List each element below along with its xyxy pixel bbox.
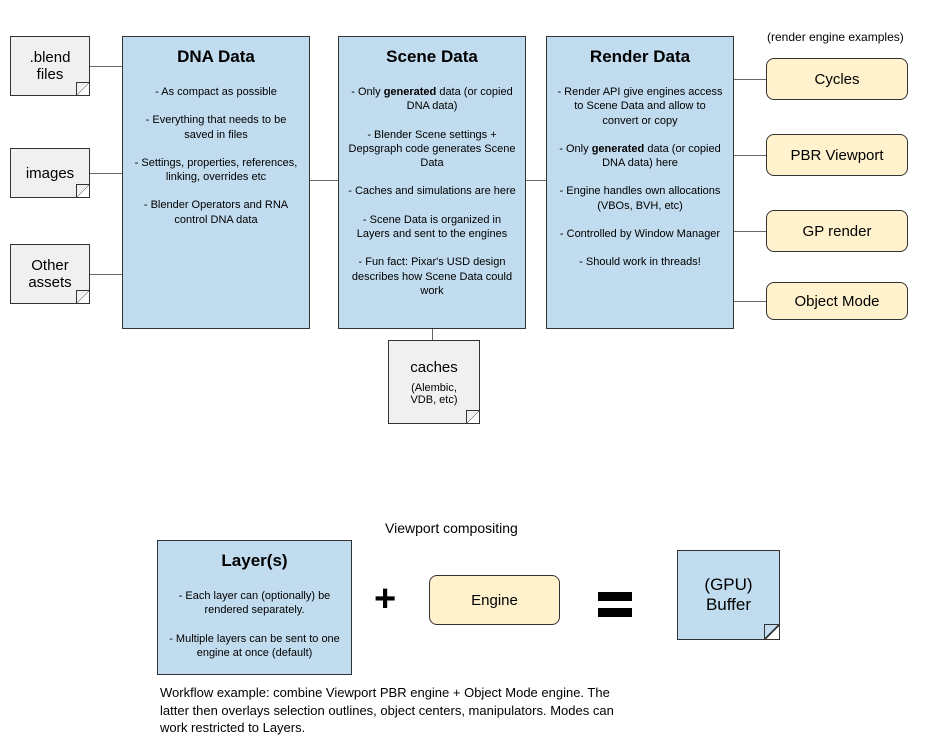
connector <box>734 155 766 156</box>
box-title: DNA Data <box>131 47 301 67</box>
box-item: - Engine handles own allocations (VBOs, … <box>555 184 725 213</box>
workflow-text: Workflow example: combine Viewport PBR e… <box>160 684 640 737</box>
box-title: Render Data <box>555 47 725 67</box>
file-box-images: images <box>10 148 90 198</box>
render-data-box: Render Data - Render API give engines ac… <box>546 36 734 329</box>
caches-box: caches (Alembic, VDB, etc) <box>388 340 480 424</box>
box-item: - Only generated data (or copied DNA dat… <box>555 142 725 171</box>
box-item: - Scene Data is organized in Layers and … <box>347 213 517 242</box>
connector <box>734 79 766 80</box>
connector <box>734 301 766 302</box>
engine-label: Object Mode <box>794 293 879 310</box>
box-item: - Fun fact: Pixar's USD design describes… <box>347 255 517 298</box>
engine-generic: Engine <box>429 575 560 625</box>
connector <box>432 329 433 340</box>
file-box-blend: .blend files <box>10 36 90 96</box>
gpu-buffer-label: (GPU) Buffer <box>686 575 771 615</box>
box-item: - Render API give engines access to Scen… <box>555 85 725 128</box>
engine-label: PBR Viewport <box>790 147 883 164</box>
dna-data-box: DNA Data - As compact as possible - Ever… <box>122 36 310 329</box>
box-item: - As compact as possible <box>131 85 301 99</box>
box-item: - Caches and simulations are here <box>347 184 517 198</box>
engine-label: GP render <box>803 223 872 240</box>
connector <box>90 274 122 275</box>
engine-label: Cycles <box>814 71 859 88</box>
box-item: - Everything that needs to be saved in f… <box>131 113 301 142</box>
box-item: - Each layer can (optionally) be rendere… <box>166 589 343 618</box>
box-item: - Multiple layers can be sent to one eng… <box>166 632 343 661</box>
engine-pbr: PBR Viewport <box>766 134 908 176</box>
equals-icon <box>598 585 632 624</box>
connector <box>734 231 766 232</box>
gpu-buffer-box: (GPU) Buffer <box>677 550 780 640</box>
file-box-label: images <box>19 165 81 182</box>
box-item: - Should work in threads! <box>555 255 725 269</box>
box-item: - Blender Operators and RNA control DNA … <box>131 198 301 227</box>
box-item: - Blender Scene settings + Depsgraph cod… <box>347 128 517 171</box>
box-item: - Only generated data (or copied DNA dat… <box>347 85 517 114</box>
layers-box: Layer(s) - Each layer can (optionally) b… <box>157 540 352 675</box>
plus-icon: + <box>374 578 396 621</box>
scene-data-box: Scene Data - Only generated data (or cop… <box>338 36 526 329</box>
engine-cycles: Cycles <box>766 58 908 100</box>
box-title: Scene Data <box>347 47 517 67</box>
engine-label: Engine <box>471 592 518 609</box>
caches-subtitle: (Alembic, VDB, etc) <box>397 382 471 406</box>
connector <box>90 66 122 67</box>
caches-title: caches <box>397 359 471 376</box>
file-box-other: Other assets <box>10 244 90 304</box>
connector <box>90 173 122 174</box>
connector <box>310 180 338 181</box>
box-item: - Settings, properties, references, link… <box>131 156 301 185</box>
file-box-label: Other assets <box>19 257 81 291</box>
engine-examples-label: (render engine examples) <box>767 30 904 44</box>
engine-gp: GP render <box>766 210 908 252</box>
file-box-label: .blend files <box>19 49 81 83</box>
box-title: Layer(s) <box>166 551 343 571</box>
engine-object-mode: Object Mode <box>766 282 908 320</box>
connector <box>526 180 546 181</box>
viewport-compositing-title: Viewport compositing <box>385 520 518 536</box>
box-item: - Controlled by Window Manager <box>555 227 725 241</box>
